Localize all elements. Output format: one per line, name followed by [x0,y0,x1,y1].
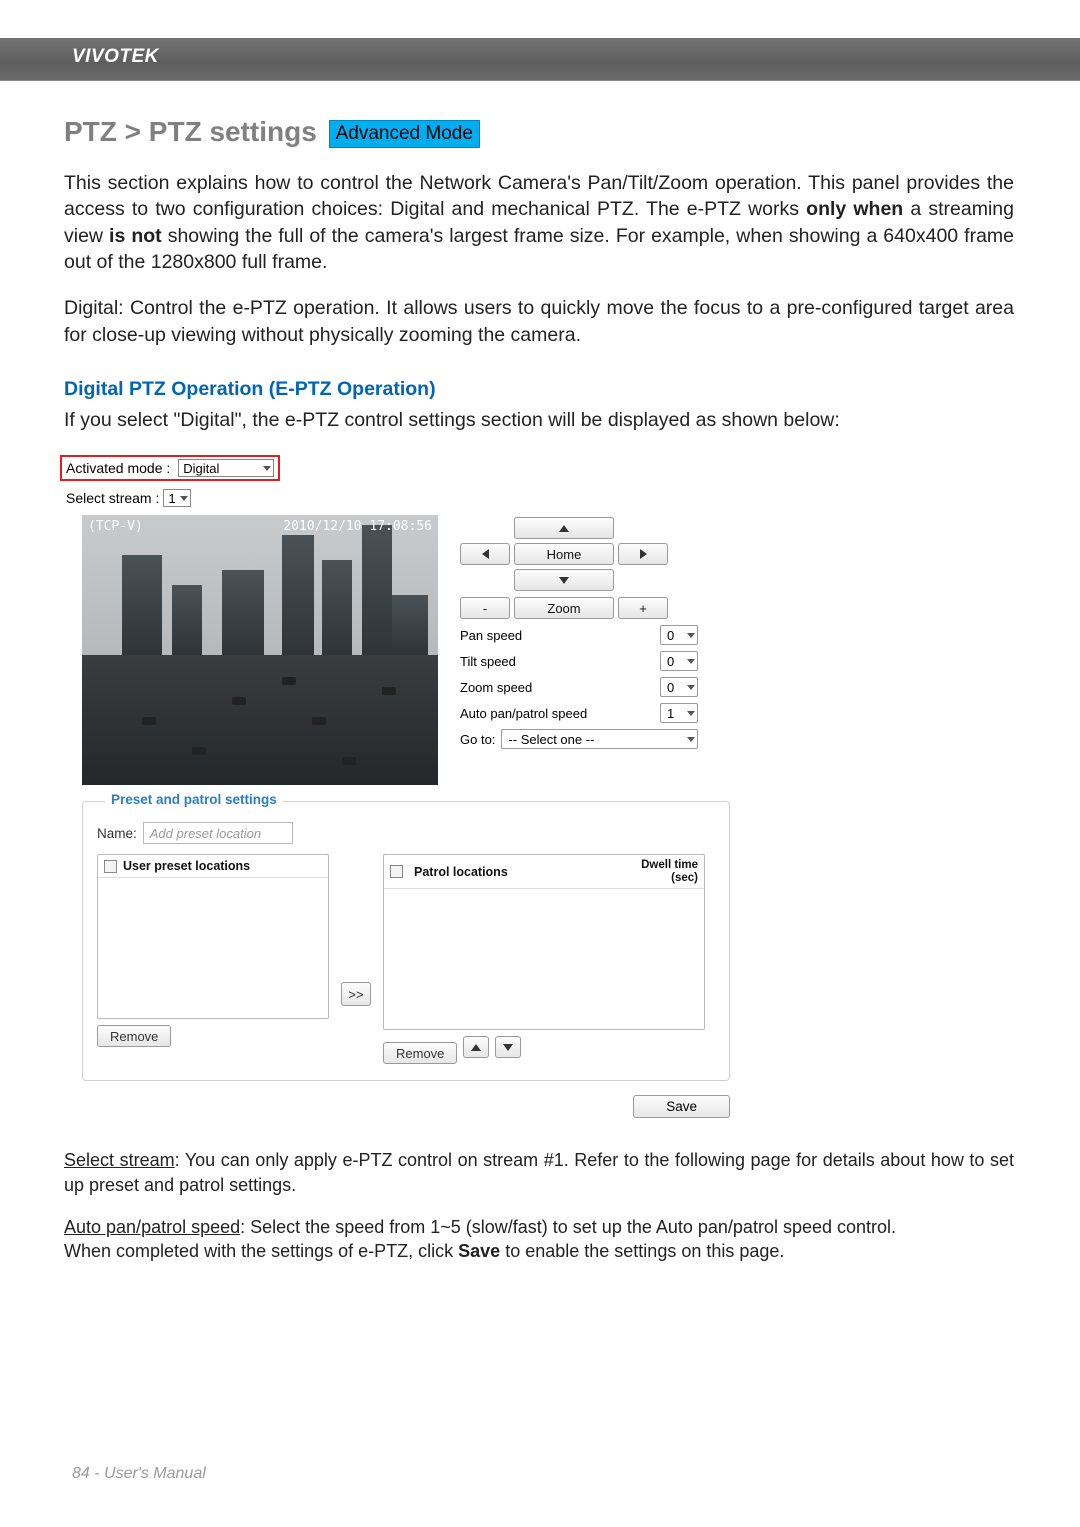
patrol-move-down-button[interactable] [495,1036,521,1058]
arrow-down-icon [503,1044,513,1051]
pan-speed-select[interactable]: 0 [660,625,698,645]
zoom-in-button[interactable]: + [618,597,668,619]
select-stream-underline: Select stream [64,1150,175,1170]
activated-mode-value: Digital [183,461,219,476]
auto-speed-text: : Select the speed from 1~5 (slow/fast) … [240,1217,896,1237]
auto-speed-text: to enable the settings on this page. [500,1241,784,1261]
select-stream-label: Select stream : [66,490,159,506]
zoom-out-button[interactable]: - [460,597,510,619]
select-stream-value: 1 [168,491,175,506]
video-preview: (TCP-V) 2010/12/10 17:08:56 [82,515,438,785]
arrow-left-icon [482,549,489,559]
patrol-move-up-button[interactable] [463,1036,489,1058]
intro-text: showing the full of the camera's largest… [64,225,1014,273]
patrol-header: Patrol locations [414,865,635,879]
select-stream-text: : You can only apply e-PTZ control on st… [64,1150,1014,1194]
auto-speed-value: 1 [667,706,674,721]
tilt-up-button[interactable] [514,517,614,539]
zoom-speed-value: 0 [667,680,674,695]
auto-speed-paragraph: Auto pan/patrol speed: Select the speed … [64,1215,1014,1264]
preset-patrol-settings: Preset and patrol settings Name: Add pre… [82,801,730,1081]
chevron-down-icon [687,737,695,742]
auto-speed-select[interactable]: 1 [660,703,698,723]
patrol-checkbox[interactable] [390,865,403,878]
section-heading-digital-ptz: Digital PTZ Operation (E-PTZ Operation) [64,378,1014,401]
zoom-speed-select[interactable]: 0 [660,677,698,697]
chevron-down-icon [687,633,695,638]
intro-bold-2: is not [109,225,162,247]
save-button[interactable]: Save [633,1095,730,1118]
select-stream-select[interactable]: 1 [163,489,190,507]
save-bold: Save [458,1241,500,1261]
remove-patrol-button[interactable]: Remove [383,1042,457,1064]
arrow-right-icon [640,549,647,559]
header-bar [0,38,1080,81]
arrow-up-icon [559,525,569,532]
arrow-down-icon [559,577,569,584]
user-preset-checkbox[interactable] [104,860,117,873]
breadcrumb: PTZ > PTZ settings Advanced Mode [64,116,1014,148]
remove-user-preset-button[interactable]: Remove [97,1025,171,1047]
tilt-speed-value: 0 [667,654,674,669]
intro-bold-1: only when [806,198,903,220]
pan-speed-value: 0 [667,628,674,643]
goto-select[interactable]: -- Select one -- [501,729,698,749]
auto-speed-label: Auto pan/patrol speed [460,706,654,721]
chevron-down-icon [687,711,695,716]
patrol-list[interactable]: Patrol locations Dwell time (sec) [383,854,705,1030]
pan-left-button[interactable] [460,543,510,565]
chevron-down-icon [687,685,695,690]
arrow-up-icon [471,1044,481,1051]
pan-speed-label: Pan speed [460,628,654,643]
intro-paragraph-2: Digital: Control the e-PTZ operation. It… [64,295,1014,348]
ptz-controls: Home - Zoom + Pan speed 0 [460,515,698,755]
zoom-speed-label: Zoom speed [460,680,654,695]
zoom-label: Zoom [514,597,614,619]
chevron-down-icon [263,466,271,471]
preset-name-label: Name: [97,826,137,841]
brand-label: VIVOTEK [72,46,159,68]
tilt-down-button[interactable] [514,569,614,591]
activated-mode-select[interactable]: Digital [178,459,274,477]
tilt-speed-select[interactable]: 0 [660,651,698,671]
chevron-down-icon [687,659,695,664]
goto-value: -- Select one -- [508,732,594,747]
preset-legend: Preset and patrol settings [105,792,283,807]
home-button[interactable]: Home [514,543,614,565]
select-stream-paragraph: Select stream: You can only apply e-PTZ … [64,1148,1014,1197]
preset-name-input[interactable]: Add preset location [143,822,293,844]
user-preset-header: User preset locations [123,859,250,873]
activated-mode-highlight: Activated mode : Digital [60,455,280,481]
tilt-speed-label: Tilt speed [460,654,654,669]
video-overlay-timestamp: 2010/12/10 17:08:56 [283,519,432,534]
dwell-time-header: Dwell time (sec) [641,859,698,884]
video-overlay-left: (TCP-V) [88,519,143,534]
advanced-mode-badge: Advanced Mode [329,120,480,148]
goto-label: Go to: [460,732,495,747]
intro-paragraph-1: This section explains how to control the… [64,170,1014,275]
section-lead: If you select "Digital", the e-PTZ contr… [64,407,1014,433]
activated-mode-label: Activated mode : [66,460,170,476]
move-right-button[interactable]: >> [341,982,371,1006]
pan-right-button[interactable] [618,543,668,565]
chevron-down-icon [180,496,188,501]
breadcrumb-title: PTZ > PTZ settings [64,116,317,147]
user-preset-list[interactable]: User preset locations [97,854,329,1019]
auto-speed-underline: Auto pan/patrol speed [64,1217,240,1237]
auto-speed-text: When completed with the settings of e-PT… [64,1241,458,1261]
page-footer: 84 - User's Manual [72,1465,206,1483]
